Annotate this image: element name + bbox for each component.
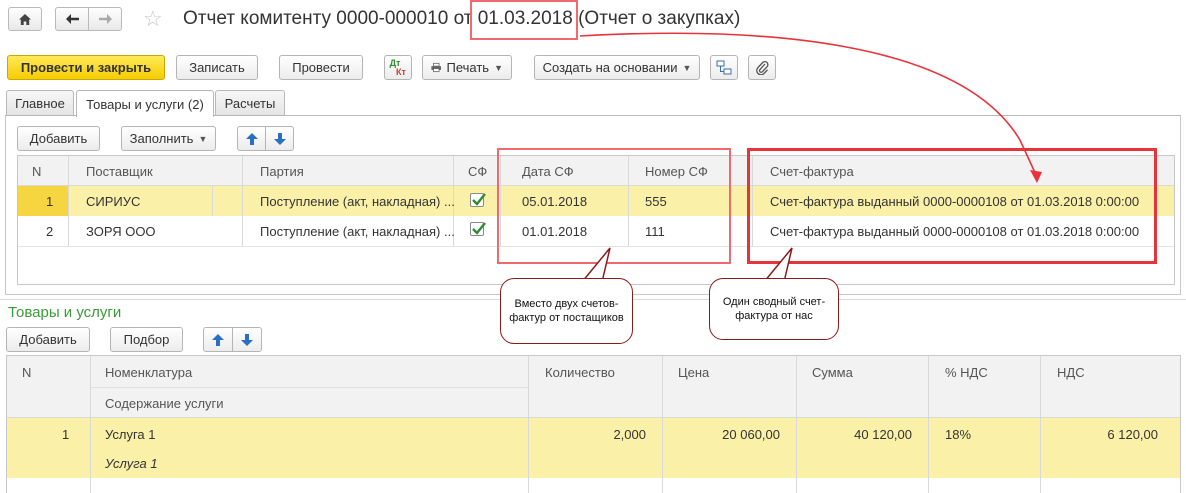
annotation-bubble-right: Один сводный счет-фактура от нас [709,278,839,340]
bubble-tail-right [763,247,793,282]
tab-goods-services[interactable]: Товары и услуги (2) [76,90,214,117]
annotation-bubble-left: Вместо двух счетов-фактур от постащиков [500,278,633,344]
bubble-tail-left [581,247,611,282]
